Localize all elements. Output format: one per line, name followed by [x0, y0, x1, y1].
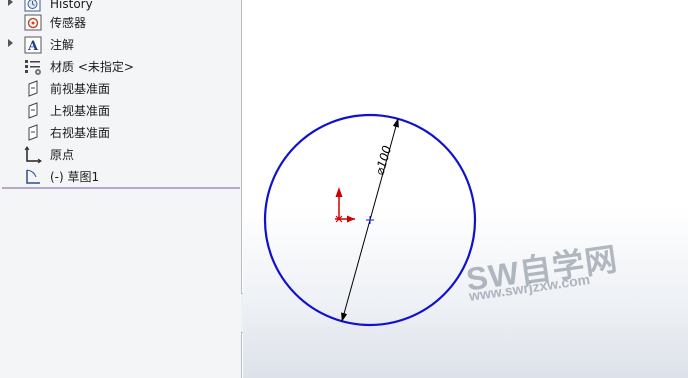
origin-icon	[24, 146, 42, 164]
tree-item-top-plane[interactable]: 上视基准面	[0, 100, 240, 122]
material-icon	[25, 60, 41, 75]
sketch-canvas[interactable]: ⌀100	[243, 0, 688, 378]
feature-manager-tree: History 传感器 A 注解 材质 <未指定> 前视基准面 上视基准面 右视…	[0, 0, 242, 378]
tree-item-label: 右视基准面	[50, 126, 111, 140]
tree-item-label: (-) 草图1	[50, 170, 100, 184]
svg-text:A: A	[27, 39, 39, 54]
sensor-icon	[24, 14, 42, 31]
expand-arrow-icon[interactable]	[8, 39, 13, 47]
tree-item-label: History	[50, 0, 93, 11]
sketch-origin-icon	[335, 187, 355, 223]
plane-icon	[28, 124, 38, 141]
sketch-icon	[26, 169, 40, 184]
tree-item-front-plane[interactable]: 前视基准面	[0, 78, 240, 100]
rollback-bar[interactable]	[2, 187, 240, 189]
expand-arrow-icon[interactable]	[8, 0, 13, 6]
tree-item-label: 前视基准面	[50, 82, 111, 96]
plane-icon	[28, 102, 38, 119]
circle-center-icon[interactable]	[366, 216, 374, 224]
tree-item-label: 材质 <未指定>	[50, 60, 134, 74]
tree-item-material[interactable]: 材质 <未指定>	[0, 56, 240, 78]
tree-item-origin[interactable]: 原点	[0, 144, 240, 166]
diameter-dimension-text[interactable]: ⌀100	[372, 144, 394, 177]
graphics-area[interactable]: ⌀100 SW自学网 www.swrjzxw.com	[243, 0, 688, 378]
tree-item-label: 注解	[50, 38, 75, 52]
plane-icon	[28, 80, 38, 97]
tree-item-sketch1[interactable]: (-) 草图1	[0, 166, 240, 188]
tree-item-annotations[interactable]: A 注解	[0, 34, 240, 56]
tree-item-sensors[interactable]: 传感器	[0, 12, 240, 34]
annotation-icon: A	[24, 36, 42, 54]
tree-item-label: 上视基准面	[50, 104, 111, 118]
tree-item-label: 传感器	[50, 16, 87, 30]
tree-item-right-plane[interactable]: 右视基准面	[0, 122, 240, 144]
tree-item-label: 原点	[50, 148, 75, 162]
